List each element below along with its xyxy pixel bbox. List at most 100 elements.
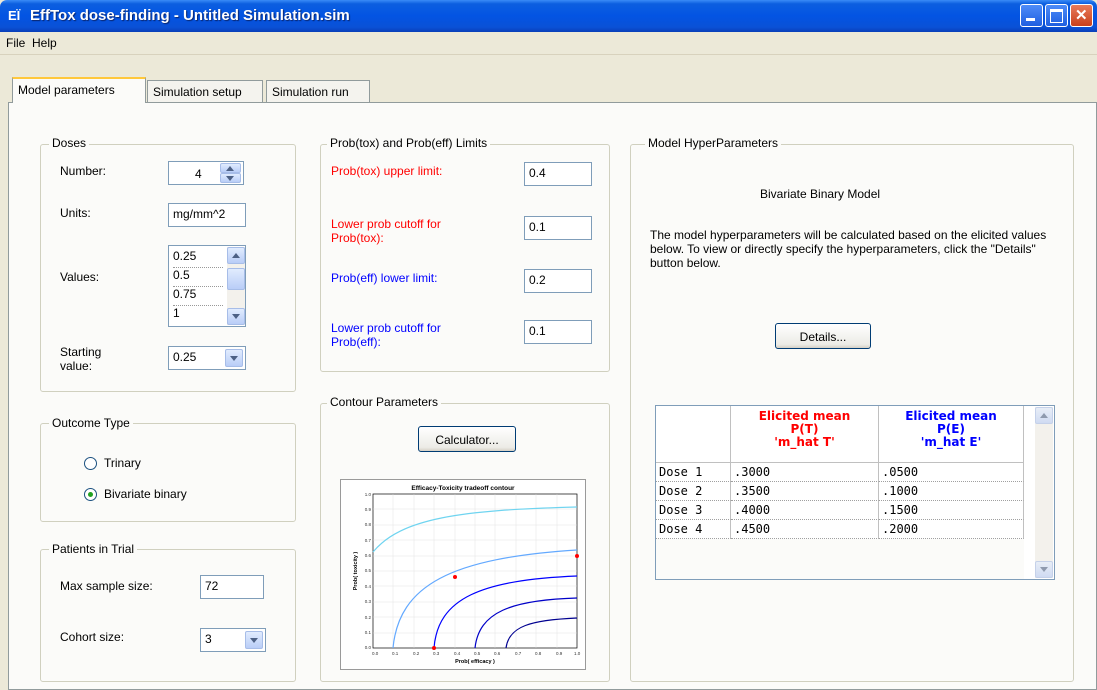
cell-e-dose3[interactable]: .1500 — [879, 501, 1024, 520]
radio-trinary[interactable] — [84, 457, 97, 470]
contour-plot: Efficacy-Toxicity tradeoff contour 0.0 0.… — [340, 479, 586, 670]
cell-t-dose4[interactable]: .4500 — [731, 520, 879, 539]
col-header-pe[interactable]: Elicited mean P(E) 'm_hat E' — [879, 406, 1024, 463]
eff-cutoff-value: 0.1 — [529, 324, 546, 338]
chevron-down-icon[interactable] — [225, 349, 243, 367]
outcome-legend: Outcome Type — [49, 416, 133, 430]
cell-t-dose2[interactable]: .3500 — [731, 482, 879, 501]
cell-e-dose2[interactable]: .1000 — [879, 482, 1024, 501]
row-header-dose1[interactable]: Dose 1 — [656, 463, 731, 482]
app-icon: ΕΪ — [8, 8, 21, 23]
elicited-grid[interactable]: Elicited mean P(T) 'm_hat T' Elicited me… — [655, 405, 1055, 580]
menu-help[interactable]: Help — [32, 36, 57, 50]
outcome-group — [40, 423, 296, 522]
chevron-down-icon[interactable] — [245, 631, 263, 649]
tox-upper-value: 0.4 — [529, 166, 546, 180]
grid-scrollbar[interactable] — [1035, 407, 1053, 578]
max-sample-input[interactable]: 72 — [200, 575, 264, 599]
svg-text:0.5: 0.5 — [365, 568, 372, 573]
x-tick-labels: 0.0 0.1 0.2 0.3 0.4 0.5 0.6 0.7 0.8 0.9 1.0 — [372, 651, 581, 656]
eff-cutoff-input[interactable]: 0.1 — [524, 320, 592, 344]
doses-legend: Doses — [49, 136, 90, 150]
hyper-legend: Model HyperParameters — [645, 136, 782, 150]
values-listbox[interactable]: 0.25 0.5 0.75 1 — [168, 245, 246, 327]
contour-point — [453, 575, 457, 579]
contour-point — [432, 646, 436, 650]
tox-upper-label: Prob(tox) upper limit: — [331, 164, 443, 178]
contour-legend: Contour Parameters — [327, 395, 442, 409]
details-button[interactable]: Details... — [775, 323, 871, 349]
starting-value-select[interactable]: 0.25 — [168, 346, 246, 370]
scroll-up-icon[interactable] — [227, 247, 245, 264]
svg-text:0.9: 0.9 — [556, 651, 563, 656]
stepper-up-icon[interactable] — [220, 163, 241, 173]
svg-text:0.3: 0.3 — [365, 599, 372, 604]
scroll-down-icon[interactable] — [227, 308, 245, 325]
number-stepper[interactable]: 4 — [168, 161, 244, 185]
eff-lower-input[interactable]: 0.2 — [524, 269, 592, 293]
x-axis-label: Prob( efficacy ) — [455, 659, 495, 665]
window-title: EffTox dose-finding - Untitled Simulatio… — [30, 7, 350, 24]
units-input[interactable]: mg/mm^2 — [168, 203, 246, 227]
scroll-down-icon[interactable] — [1035, 561, 1053, 578]
svg-text:0.7: 0.7 — [365, 538, 372, 543]
stepper-down-icon[interactable] — [220, 173, 241, 183]
scroll-thumb[interactable] — [227, 268, 245, 290]
tox-upper-input[interactable]: 0.4 — [524, 162, 592, 186]
plot-grid — [373, 494, 577, 648]
eff-lower-value: 0.2 — [529, 273, 546, 287]
hyper-description: The model hyperparameters will be calcul… — [650, 228, 1047, 270]
values-label: Values: — [60, 270, 100, 284]
starting-value-label: Starting value: — [60, 345, 102, 373]
bivariate-binary-label[interactable]: Bivariate binary — [104, 487, 187, 501]
menu-file[interactable]: File — [6, 36, 25, 50]
svg-text:0.1: 0.1 — [365, 630, 372, 635]
tab-simulation-setup[interactable]: Simulation setup — [147, 80, 263, 102]
svg-text:0.8: 0.8 — [365, 522, 372, 527]
list-item[interactable]: 0.5 — [173, 268, 223, 287]
svg-text:0.2: 0.2 — [413, 651, 420, 656]
contour-line — [433, 575, 578, 649]
cell-e-dose4[interactable]: .2000 — [879, 520, 1024, 539]
trinary-label[interactable]: Trinary — [104, 456, 141, 470]
svg-text:0.0: 0.0 — [372, 651, 379, 656]
calculator-button[interactable]: Calculator... — [418, 426, 516, 452]
svg-text:0.6: 0.6 — [365, 553, 372, 558]
cell-e-dose1[interactable]: .0500 — [879, 463, 1024, 482]
eff-lower-label: Prob(eff) lower limit: — [331, 271, 438, 285]
y-axis-label: Prob( toxicity ) — [353, 552, 359, 591]
cell-t-dose1[interactable]: .3000 — [731, 463, 879, 482]
scroll-up-icon[interactable] — [1035, 407, 1053, 424]
list-item[interactable]: 0.25 — [173, 249, 223, 268]
row-header-dose3[interactable]: Dose 3 — [656, 501, 731, 520]
maximize-icon[interactable] — [1045, 4, 1068, 27]
title-bar[interactable]: ΕΪ EffTox dose-finding - Untitled Simula… — [0, 0, 1097, 32]
tox-cutoff-input[interactable]: 0.1 — [524, 216, 592, 240]
svg-text:0.8: 0.8 — [535, 651, 542, 656]
grid-corner-header — [656, 406, 731, 463]
row-header-dose2[interactable]: Dose 2 — [656, 482, 731, 501]
tab-simulation-run[interactable]: Simulation run — [266, 80, 370, 102]
svg-text:0.7: 0.7 — [515, 651, 522, 656]
tab-model-parameters[interactable]: Model parameters — [12, 77, 146, 103]
list-item[interactable]: 1 — [173, 306, 223, 324]
patients-legend: Patients in Trial — [49, 542, 138, 556]
col-header-pe-line3: 'm_hat E' — [920, 435, 982, 449]
list-item[interactable]: 0.75 — [173, 287, 223, 306]
cohort-size-select[interactable]: 3 — [200, 628, 266, 652]
max-sample-label: Max sample size: — [60, 579, 153, 593]
values-scrollbar[interactable] — [227, 247, 245, 325]
col-header-pt[interactable]: Elicited mean P(T) 'm_hat T' — [731, 406, 879, 463]
svg-text:0.2: 0.2 — [365, 615, 372, 620]
close-icon[interactable] — [1070, 4, 1093, 27]
limits-legend: Prob(tox) and Prob(eff) Limits — [327, 136, 491, 150]
model-name: Bivariate Binary Model — [760, 187, 881, 201]
patients-group — [40, 549, 296, 682]
cell-t-dose3[interactable]: .4000 — [731, 501, 879, 520]
contour-line — [474, 597, 578, 649]
radio-bivariate-binary[interactable] — [84, 488, 97, 501]
minimize-icon[interactable] — [1020, 4, 1043, 27]
cohort-size-value: 3 — [205, 632, 212, 646]
row-header-dose4[interactable]: Dose 4 — [656, 520, 731, 539]
svg-text:0.5: 0.5 — [474, 651, 481, 656]
